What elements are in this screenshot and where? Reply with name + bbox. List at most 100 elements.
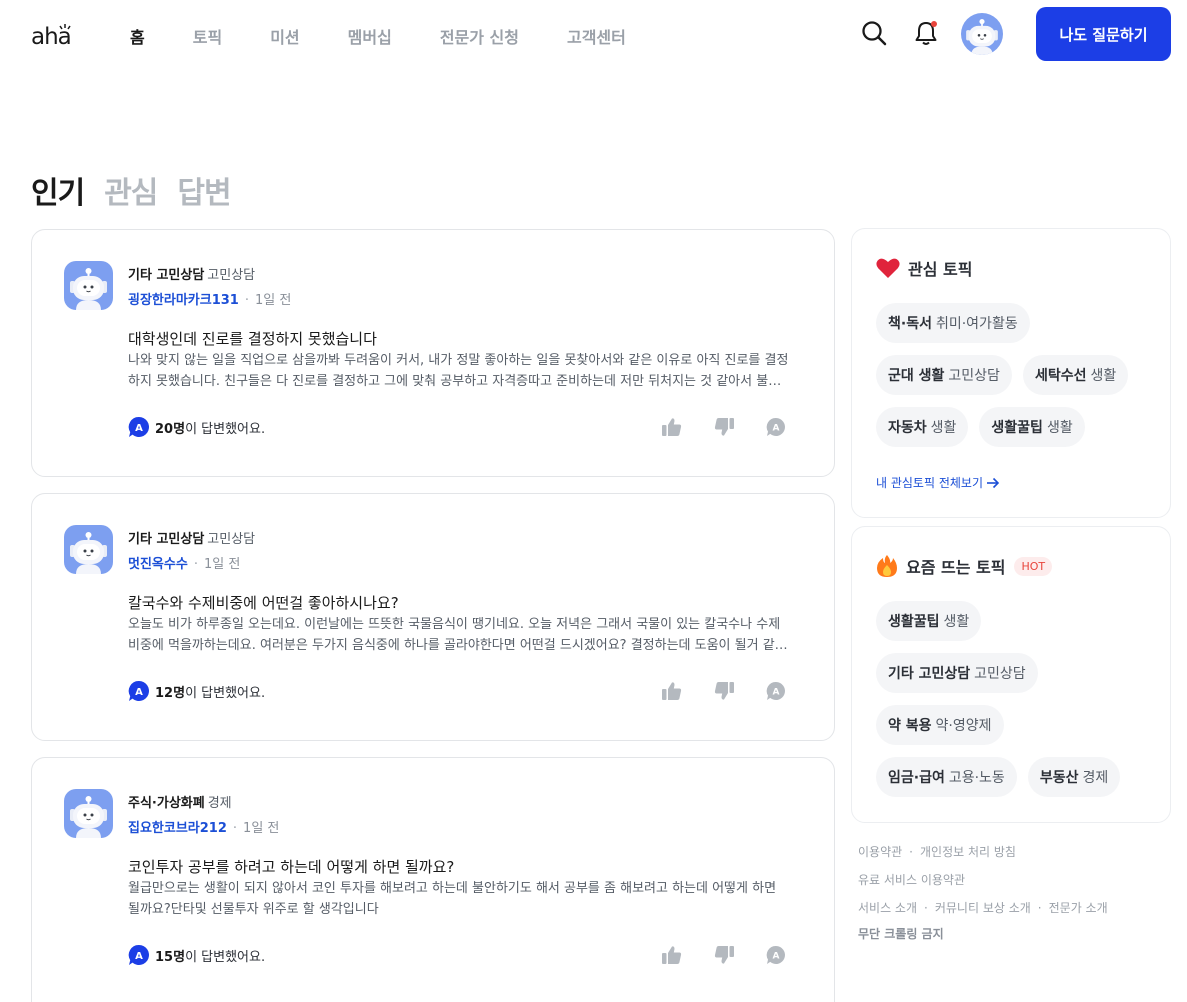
topic-chip[interactable]: 생활꿀팁 생활 xyxy=(979,407,1085,447)
question-title[interactable]: 대학생인데 진로를 결정하지 못했습니다 xyxy=(128,328,377,349)
separator-dot: · xyxy=(909,845,913,859)
answer-count-suffix: 이 답변했어요. xyxy=(185,421,266,437)
answer-icon[interactable] xyxy=(765,680,787,702)
answer-count: 15명 xyxy=(155,949,186,965)
topic-chip[interactable]: 책·독서 취미·여가활동 xyxy=(876,303,1030,343)
chip-topic-name: 부동산 xyxy=(1039,770,1079,786)
expert-intro-link[interactable]: 전문가 소개 xyxy=(1049,901,1108,915)
chip-topic-category: 취미·여가활동 xyxy=(935,316,1018,332)
reward-intro-link[interactable]: 커뮤니티 보상 소개 xyxy=(935,901,1031,915)
topic-name[interactable]: 기타 고민상담 xyxy=(128,268,204,283)
thumbs-up-icon[interactable] xyxy=(661,416,683,438)
nav-topic[interactable]: 토픽 xyxy=(193,24,222,48)
topic-chip[interactable]: 부동산 경제 xyxy=(1027,757,1121,797)
search-icon[interactable] xyxy=(860,19,888,47)
topic-name[interactable]: 기타 고민상담 xyxy=(128,532,204,547)
question-card[interactable]: 기타 고민상담 고민상담 굉장한라마카크131 · 1일 전 대학생인데 진로를 결정… xyxy=(31,229,835,477)
tab-answers[interactable]: 답변 xyxy=(177,168,231,212)
nav-membership[interactable]: 멤버십 xyxy=(348,24,392,48)
avatar[interactable] xyxy=(961,13,1003,55)
service-intro-link[interactable]: 서비스 소개 xyxy=(858,901,917,915)
topic-chip[interactable]: 생활꿀팁 생활 xyxy=(876,601,982,641)
thumbs-up-icon[interactable] xyxy=(661,944,683,966)
author-avatar[interactable] xyxy=(64,525,113,574)
author-name[interactable]: 굉장한라마카크131 xyxy=(128,293,239,308)
question-body[interactable]: 월급만으로는 생활이 되지 않아서 코인 투자를 해보려고 하는데 불안하기도 … xyxy=(128,878,792,920)
question-body[interactable]: 오늘도 비가 하루종일 오는데요. 이런날에는 뜨뜻한 국물음식이 땡기네요. … xyxy=(128,614,792,656)
topic-category: 경제 xyxy=(207,796,232,811)
answer-badge-icon xyxy=(128,680,150,702)
chip-topic-category: 고용·노동 xyxy=(948,770,1005,786)
question-title[interactable]: 칼국수와 수제비중에 어떤걸 좋아하시나요? xyxy=(128,592,399,613)
answer-summary: 20명 이 답변했어요. xyxy=(128,416,265,438)
topic-chip[interactable]: 약 복용 약·영양제 xyxy=(876,705,1004,745)
question-card[interactable]: 기타 고민상담 고민상담 멋진옥수수 · 1일 전 칼국수와 수제비중에 어떤걸 좋아… xyxy=(31,493,835,741)
chip-topic-category: 생활 xyxy=(943,614,970,630)
answer-summary: 12명 이 답변했어요. xyxy=(128,680,265,702)
aha-logo[interactable]: aha xyxy=(31,20,81,48)
nav-mission[interactable]: 미션 xyxy=(270,24,299,48)
answer-count: 12명 xyxy=(155,685,186,701)
author-name[interactable]: 멋진옥수수 xyxy=(128,557,188,572)
chip-topic-category: 생활 xyxy=(930,420,957,436)
trending-topics-panel: 요즘 뜨는 토픽 HOT 생활꿀팁 생활 기타 고민상담 고민상담 약 복용 약·영양… xyxy=(851,526,1171,823)
topic-chip[interactable]: 세탁수선 생활 xyxy=(1022,355,1129,395)
interest-topic-chips: 책·독서 취미·여가활동 군대 생활 고민상담 세탁수선 생활 자동차 생활 생활꿀팁 생… xyxy=(876,303,1156,459)
chip-topic-category: 고민상담 xyxy=(948,368,1000,384)
author-name[interactable]: 집요한코브라212 xyxy=(128,821,227,836)
question-title[interactable]: 코인투자 공부를 하려고 하는데 어떻게 하면 될까요? xyxy=(128,856,454,877)
topic-chip[interactable]: 임금·급여 고용·노동 xyxy=(876,757,1017,797)
separator-dot: · xyxy=(232,821,238,836)
privacy-link[interactable]: 개인정보 처리 방침 xyxy=(920,845,1016,859)
answer-count-suffix: 이 답변했어요. xyxy=(185,949,266,965)
footer-links-row: 무단 크롤링 금지 xyxy=(858,925,944,942)
view-all-label: 내 관심토픽 전체보기 xyxy=(876,476,983,490)
answer-badge-icon xyxy=(128,416,150,438)
ask-question-button[interactable]: 나도 질문하기 xyxy=(1036,7,1171,61)
nav-customer-center[interactable]: 고객센터 xyxy=(567,24,626,48)
author-avatar[interactable] xyxy=(64,261,113,310)
nav-expert-apply[interactable]: 전문가 신청 xyxy=(440,24,519,48)
topic-line: 기타 고민상담 고민상담 xyxy=(128,264,255,283)
chip-topic-name: 약 복용 xyxy=(888,718,932,734)
interest-topics-title: 관심 토픽 xyxy=(876,256,972,280)
separator-dot: · xyxy=(1037,901,1042,915)
terms-link[interactable]: 이용약관 xyxy=(858,845,902,859)
author-avatar[interactable] xyxy=(64,789,113,838)
answer-icon[interactable] xyxy=(765,416,787,438)
nav-home[interactable]: 홈 xyxy=(130,24,145,48)
topic-line: 기타 고민상담 고민상담 xyxy=(128,528,255,547)
topic-chip[interactable]: 군대 생활 고민상담 xyxy=(876,355,1012,395)
chip-topic-name: 세탁수선 xyxy=(1034,368,1087,384)
paid-terms-link[interactable]: 유료 서비스 이용약관 xyxy=(858,873,965,887)
no-crawling-link[interactable]: 무단 크롤링 금지 xyxy=(858,927,944,941)
topic-category: 고민상담 xyxy=(207,532,256,547)
question-card[interactable]: 주식·가상화폐 경제 집요한코브라212 · 1일 전 코인투자 공부를 하려고 하는… xyxy=(31,757,835,1002)
post-time: 1일 전 xyxy=(243,821,280,836)
thumbs-down-icon[interactable] xyxy=(713,680,735,702)
chip-topic-category: 생활 xyxy=(1090,368,1117,384)
bell-icon[interactable] xyxy=(912,19,940,47)
question-body[interactable]: 나와 맞지 않는 일을 직업으로 삼을까봐 두려움이 커서, 내가 정말 좋아하… xyxy=(128,350,792,392)
footer-links-row: 유료 서비스 이용약관 xyxy=(858,871,965,888)
tab-interest[interactable]: 관심 xyxy=(104,168,158,212)
topic-chip[interactable]: 자동차 생활 xyxy=(876,407,969,447)
topic-chip[interactable]: 기타 고민상담 고민상담 xyxy=(876,653,1038,693)
topic-name[interactable]: 주식·가상화폐 xyxy=(128,796,205,811)
chip-topic-category: 약·영양제 xyxy=(935,718,992,734)
chip-topic-category: 경제 xyxy=(1082,770,1109,786)
thumbs-down-icon[interactable] xyxy=(713,416,735,438)
answer-count-suffix: 이 답변했어요. xyxy=(185,685,266,701)
tab-popular[interactable]: 인기 xyxy=(31,168,85,212)
post-time: 1일 전 xyxy=(255,293,292,308)
view-all-interest-topics-link[interactable]: 내 관심토픽 전체보기 xyxy=(876,474,1000,491)
heart-icon xyxy=(876,258,900,278)
chip-topic-category: 고민상담 xyxy=(974,666,1026,682)
answer-icon[interactable] xyxy=(765,944,787,966)
chip-topic-name: 생활꿀팁 xyxy=(991,420,1043,436)
arrow-right-icon xyxy=(987,477,1000,488)
thumbs-down-icon[interactable] xyxy=(713,944,735,966)
hot-badge: HOT xyxy=(1014,556,1053,576)
thumbs-up-icon[interactable] xyxy=(661,680,683,702)
chip-topic-name: 자동차 xyxy=(888,420,927,436)
